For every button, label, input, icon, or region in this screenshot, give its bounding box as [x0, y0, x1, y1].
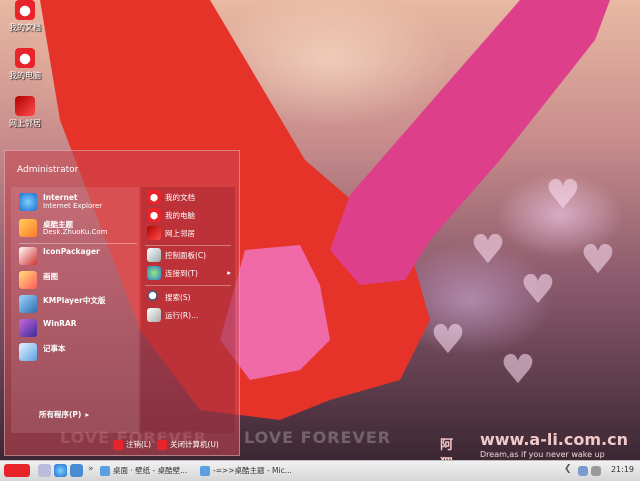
- desktop-icon-label: 我的电脑: [9, 71, 41, 80]
- desktop-icon-my-documents[interactable]: 我的文档: [0, 0, 50, 33]
- tray-collapse-icon[interactable]: ❮: [564, 464, 572, 474]
- separator: [19, 243, 137, 244]
- program-winrar[interactable]: WinRAR: [15, 317, 139, 339]
- place-search[interactable]: 搜索(S): [145, 289, 235, 307]
- pinned-internet-explorer[interactable]: Internet Internet Explorer: [15, 191, 139, 213]
- network-icon: [15, 96, 35, 116]
- brand-name: 阿狸: [440, 438, 454, 460]
- theme-app-icon: [19, 219, 37, 237]
- shutdown-button[interactable]: 关闭计算机(U): [157, 439, 219, 450]
- brand-tagline: Dream,as if you never wake up: [480, 450, 605, 459]
- logoff-button[interactable]: 注销(L): [113, 439, 151, 450]
- program-kmplayer[interactable]: KMPlayer中文版: [15, 293, 139, 315]
- browser-icon: [200, 466, 210, 476]
- separator: [145, 245, 231, 246]
- submenu-arrow-icon: ▸: [227, 268, 231, 277]
- search-icon: [147, 290, 161, 304]
- watermark-text: LOVE FOREVER: [244, 428, 392, 447]
- network-icon: [147, 226, 161, 240]
- desktop-icon-my-computer[interactable]: 我的电脑: [0, 48, 50, 81]
- fox-icon: [147, 208, 161, 222]
- paint-icon: [19, 271, 37, 289]
- fox-icon: [15, 48, 35, 68]
- system-tray: ❮ 21:19: [564, 461, 640, 481]
- place-my-computer[interactable]: 我的电脑: [145, 207, 235, 225]
- place-connect-to[interactable]: 连接到(T) ▸: [145, 265, 235, 283]
- user-name: Administrator: [17, 165, 79, 175]
- control-panel-icon: [147, 248, 161, 262]
- arrow-right-icon: ▸: [85, 410, 90, 419]
- winrar-icon: [19, 319, 37, 337]
- bokeh-heart: ♥: [430, 317, 466, 363]
- bokeh-heart: ♥: [470, 227, 506, 273]
- desktop-icon-label: 我的文档: [9, 23, 41, 32]
- brand-url: www.a-li.com.cn: [480, 430, 628, 449]
- program-iconpackager[interactable]: IconPackager: [15, 245, 139, 267]
- internet-explorer-icon: [19, 193, 37, 211]
- shutdown-fox-icon: [157, 440, 167, 450]
- start-menu-header: Administrator: [5, 151, 239, 185]
- separator: [145, 285, 231, 286]
- quicklaunch-chevron-icon[interactable]: »: [88, 464, 94, 474]
- bokeh-heart: ♥: [520, 267, 556, 313]
- program-paint[interactable]: 画图: [15, 269, 139, 291]
- program-notepad[interactable]: 记事本: [15, 341, 139, 363]
- desktop-icon-label: 网上邻居: [9, 119, 41, 128]
- logoff-fox-icon: [113, 440, 123, 450]
- iconpackager-icon: [19, 247, 37, 265]
- start-menu: Administrator Internet Internet Explorer…: [4, 150, 240, 456]
- bokeh-heart: ♥: [580, 237, 616, 283]
- start-menu-programs: Internet Internet Explorer 桌酷主题 Desk.Zhu…: [11, 187, 139, 433]
- place-control-panel[interactable]: 控制面板(C): [145, 247, 235, 265]
- start-menu-footer: 注销(L) 关闭计算机(U): [5, 435, 239, 455]
- fox-icon: [147, 190, 161, 204]
- start-menu-places: 我的文档 我的电脑 网上邻居 控制面板(C) 连接到(T) ▸ 搜索(S) 运行…: [141, 187, 235, 433]
- run-icon: [147, 308, 161, 322]
- start-button[interactable]: [4, 464, 30, 477]
- connect-globe-icon: [147, 266, 161, 280]
- place-my-documents[interactable]: 我的文档: [145, 189, 235, 207]
- kmplayer-icon: [19, 295, 37, 313]
- notepad-icon: [19, 343, 37, 361]
- bokeh-heart: ♥: [545, 172, 581, 218]
- place-run[interactable]: 运行(R)...: [145, 307, 235, 325]
- fox-icon: [15, 0, 35, 20]
- desktop-icon-network[interactable]: 网上邻居: [0, 96, 50, 129]
- desktop: ♥ ♥ ♥ ♥ ♥ ♥ 我的文档 我的电脑 网上邻居 LOVE FOREVER …: [0, 0, 640, 460]
- taskbar-task-wallpaper[interactable]: 桌面 · 壁纸 - 桌酷壁...: [100, 464, 187, 478]
- taskbar: » 桌面 · 壁纸 - 桌酷壁... -=>>桌酷主题 - Mic... ❮ 2…: [0, 460, 640, 481]
- volume-tray-icon[interactable]: [591, 466, 601, 476]
- all-programs-button[interactable]: 所有程序(P) ▸: [39, 409, 89, 420]
- place-network[interactable]: 网上邻居: [145, 225, 235, 243]
- browser-icon: [100, 466, 110, 476]
- pinned-zhuoku-theme[interactable]: 桌酷主题 Desk.ZhuoKu.Com: [15, 217, 139, 239]
- clock: 21:19: [610, 465, 634, 474]
- show-desktop-icon[interactable]: [38, 464, 51, 477]
- internet-explorer-icon[interactable]: [54, 464, 67, 477]
- bokeh-heart: ♥: [500, 347, 536, 393]
- taskbar-task-theme[interactable]: -=>>桌酷主题 - Mic...: [200, 464, 292, 478]
- media-player-icon[interactable]: [70, 464, 83, 477]
- network-tray-icon[interactable]: [578, 466, 588, 476]
